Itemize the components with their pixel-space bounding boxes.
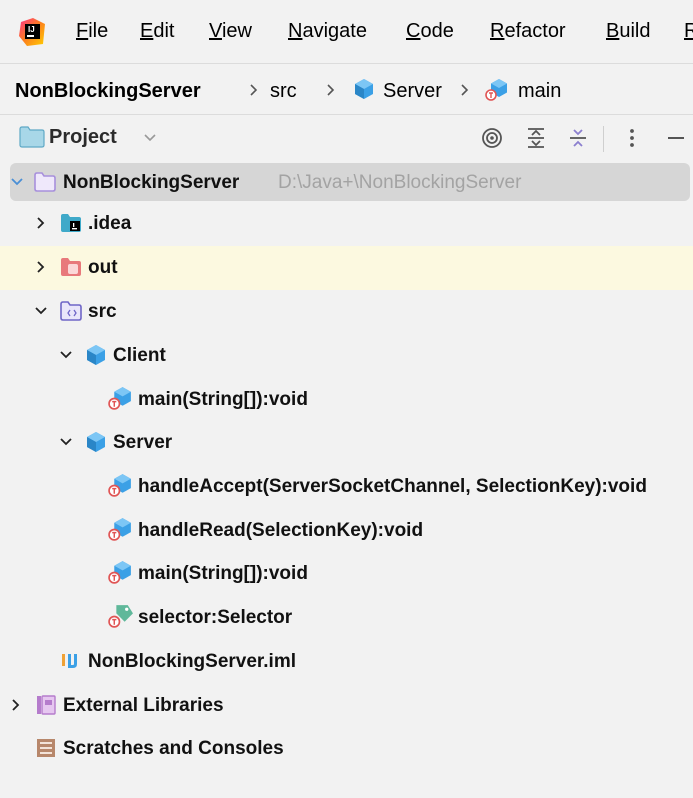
module-folder-icon [34, 172, 56, 192]
menu-file[interactable]: File [76, 20, 108, 43]
svg-text:IJ: IJ [28, 25, 35, 34]
expand-all-icon[interactable] [524, 126, 548, 150]
tree-label-handle-accept: handleAccept(ServerSocketChannel, Select… [138, 476, 647, 497]
menu-build[interactable]: Build [606, 20, 650, 43]
class-icon [87, 345, 105, 365]
menu-refactor[interactable]: Refactor [490, 20, 566, 43]
tree-label-client-main: main(String[]):void [138, 389, 308, 410]
tree-label-scratches: Scratches and Consoles [63, 738, 284, 759]
class-icon [87, 432, 105, 452]
project-toolwindow-header: Project [0, 116, 693, 160]
tree-label-server-main: main(String[]):void [138, 563, 308, 584]
menu-edit[interactable]: Edit [140, 20, 174, 43]
class-icon [355, 79, 373, 99]
chevron-down-icon[interactable] [59, 435, 73, 449]
chevron-right-icon[interactable] [34, 216, 48, 230]
tree-row-selector[interactable]: selector:Selector [0, 596, 693, 640]
locate-icon[interactable] [480, 126, 504, 150]
chevron-down-icon[interactable] [59, 348, 73, 362]
breadcrumb: NonBlockingServer src Server main [0, 65, 693, 115]
tree-label-out: out [88, 257, 118, 278]
tree-label-handle-read: handleRead(SelectionKey):void [138, 520, 424, 541]
chevron-right-icon [461, 84, 469, 96]
static-field-icon [108, 605, 133, 628]
tree-row-idea[interactable]: .idea [0, 202, 693, 246]
static-method-icon [108, 518, 131, 541]
menu-bar: IJ File Edit View Navigate Code Refactor… [0, 0, 693, 64]
hide-icon[interactable] [664, 126, 688, 150]
collapse-all-icon[interactable] [566, 126, 590, 150]
tree-row-server-main[interactable]: main(String[]):void [0, 552, 693, 596]
more-options-icon[interactable] [620, 126, 644, 150]
chevron-down-icon[interactable] [34, 304, 48, 318]
tree-row-out[interactable]: out [0, 246, 693, 290]
tree-row-root[interactable]: NonBlockingServer D:\Java+\NonBlockingSe… [10, 163, 690, 201]
menu-view[interactable]: View [209, 20, 252, 43]
static-method-icon [108, 561, 131, 584]
tree-row-iml[interactable]: NonBlockingServer.iml [0, 640, 693, 684]
tree-label-selector: selector:Selector [138, 607, 293, 628]
library-icon [37, 695, 56, 715]
chevron-down-icon[interactable] [10, 175, 24, 189]
tree-row-scratches[interactable]: Scratches and Consoles [0, 727, 693, 771]
menu-run[interactable]: R [684, 20, 693, 43]
tree-label-external-libraries: External Libraries [63, 695, 224, 716]
chevron-right-icon [327, 84, 335, 96]
breadcrumb-project[interactable]: NonBlockingServer [15, 80, 201, 103]
iml-file-icon [62, 654, 77, 668]
chevron-right-icon[interactable] [9, 698, 23, 712]
tree-label-iml: NonBlockingServer.iml [88, 651, 297, 672]
breadcrumb-method[interactable]: main [518, 80, 561, 103]
tree-label-src: src [88, 301, 117, 322]
tree-row-server[interactable]: Server [0, 421, 693, 465]
scratches-icon [37, 739, 55, 757]
chevron-down-icon[interactable] [142, 130, 158, 146]
static-method-icon [485, 79, 507, 101]
folder-icon [19, 126, 45, 148]
tree-row-handle-accept[interactable]: handleAccept(ServerSocketChannel, Select… [0, 465, 693, 509]
tree-row-client-main[interactable]: main(String[]):void [0, 378, 693, 422]
tree-label-root: NonBlockingServer [63, 172, 240, 193]
tree-label-idea: .idea [88, 213, 132, 234]
tree-row-handle-read[interactable]: handleRead(SelectionKey):void [0, 509, 693, 553]
static-method-icon [108, 387, 131, 410]
toolbar-divider [603, 126, 604, 152]
intellij-logo-icon[interactable]: IJ [19, 18, 45, 46]
chevron-right-icon[interactable] [34, 260, 48, 274]
source-folder-icon [60, 301, 82, 321]
tree-path-root: D:\Java+\NonBlockingServer [278, 172, 522, 193]
tree-label-server: Server [113, 432, 173, 453]
idea-folder-icon [61, 214, 81, 232]
static-method-icon [108, 474, 131, 497]
chevron-right-icon [250, 84, 258, 96]
breadcrumb-class[interactable]: Server [383, 80, 442, 103]
project-tree: NonBlockingServer D:\Java+\NonBlockingSe… [0, 160, 693, 798]
menu-navigate[interactable]: Navigate [288, 20, 367, 43]
excluded-folder-icon [61, 258, 81, 276]
tree-label-client: Client [113, 345, 166, 366]
menu-code[interactable]: Code [406, 20, 454, 43]
toolwindow-title[interactable]: Project [49, 126, 117, 149]
tree-row-external-libraries[interactable]: External Libraries [0, 684, 693, 728]
tree-row-client[interactable]: Client [0, 334, 693, 378]
breadcrumb-src[interactable]: src [270, 80, 297, 103]
tree-row-src[interactable]: src [0, 290, 693, 334]
